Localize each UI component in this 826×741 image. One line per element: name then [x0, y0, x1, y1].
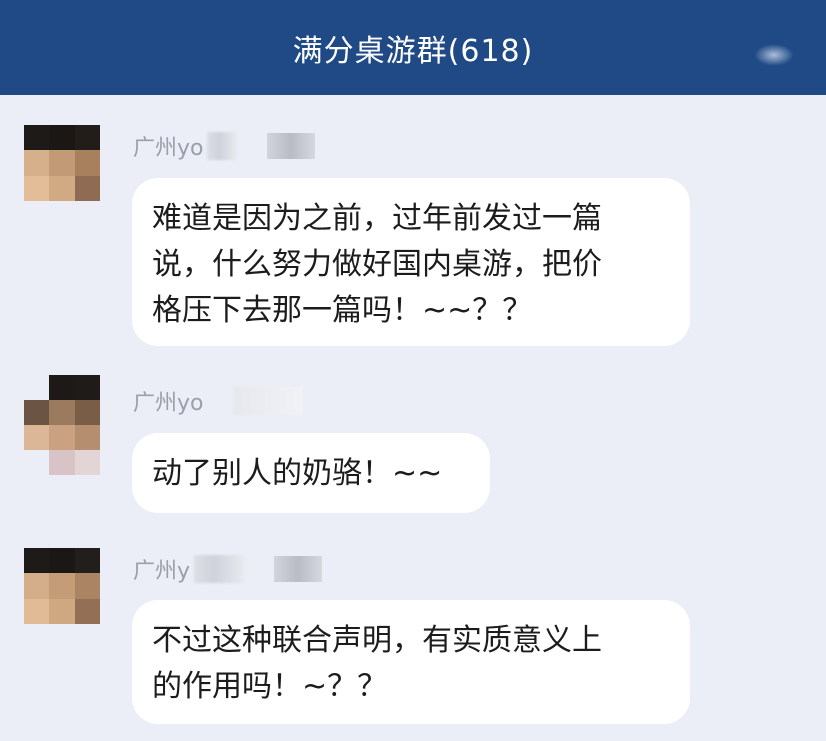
sender-name: 广州yo	[133, 136, 204, 161]
avatar[interactable]	[24, 375, 100, 475]
chat-title: 满分桌游群(618)	[292, 33, 534, 69]
sender-name: 广州yo	[133, 391, 204, 416]
avatar[interactable]	[24, 125, 100, 201]
sender-label: 广州yo	[133, 385, 304, 417]
message-line: 说，什么努力做好国内桌游，把价	[152, 247, 602, 282]
message-bubble[interactable]: 不过这种联合声明，有实质意义上 的作用吗！~？？	[132, 600, 690, 724]
blurred-name	[194, 555, 245, 583]
chat-header: 满分桌游群(618)	[0, 0, 826, 95]
message-line: 不过这种联合声明，有实质意义上	[152, 623, 602, 658]
sender-name: 广州y	[133, 559, 191, 584]
blurred-name	[233, 387, 304, 415]
sender-label: 广州yo	[133, 130, 316, 162]
message-line: 的作用吗！~？？	[152, 669, 388, 704]
message-line: 难道是因为之前，过年前发过一篇	[152, 201, 602, 236]
message-line: 格压下去那一篇吗！~~？？	[152, 293, 533, 328]
blurred-name-tail	[267, 133, 316, 159]
blurred-name-tail	[274, 556, 323, 582]
message-bubble[interactable]: 动了别人的奶骆！~~	[132, 433, 490, 513]
blurred-header-icon[interactable]	[754, 44, 794, 66]
sender-label: 广州y	[133, 553, 323, 585]
message-bubble[interactable]: 难道是因为之前，过年前发过一篇 说，什么努力做好国内桌游，把价 格压下去那一篇吗…	[132, 178, 690, 346]
blurred-name	[207, 132, 238, 160]
message-line: 动了别人的奶骆！~~	[152, 456, 443, 491]
avatar[interactable]	[24, 548, 100, 624]
